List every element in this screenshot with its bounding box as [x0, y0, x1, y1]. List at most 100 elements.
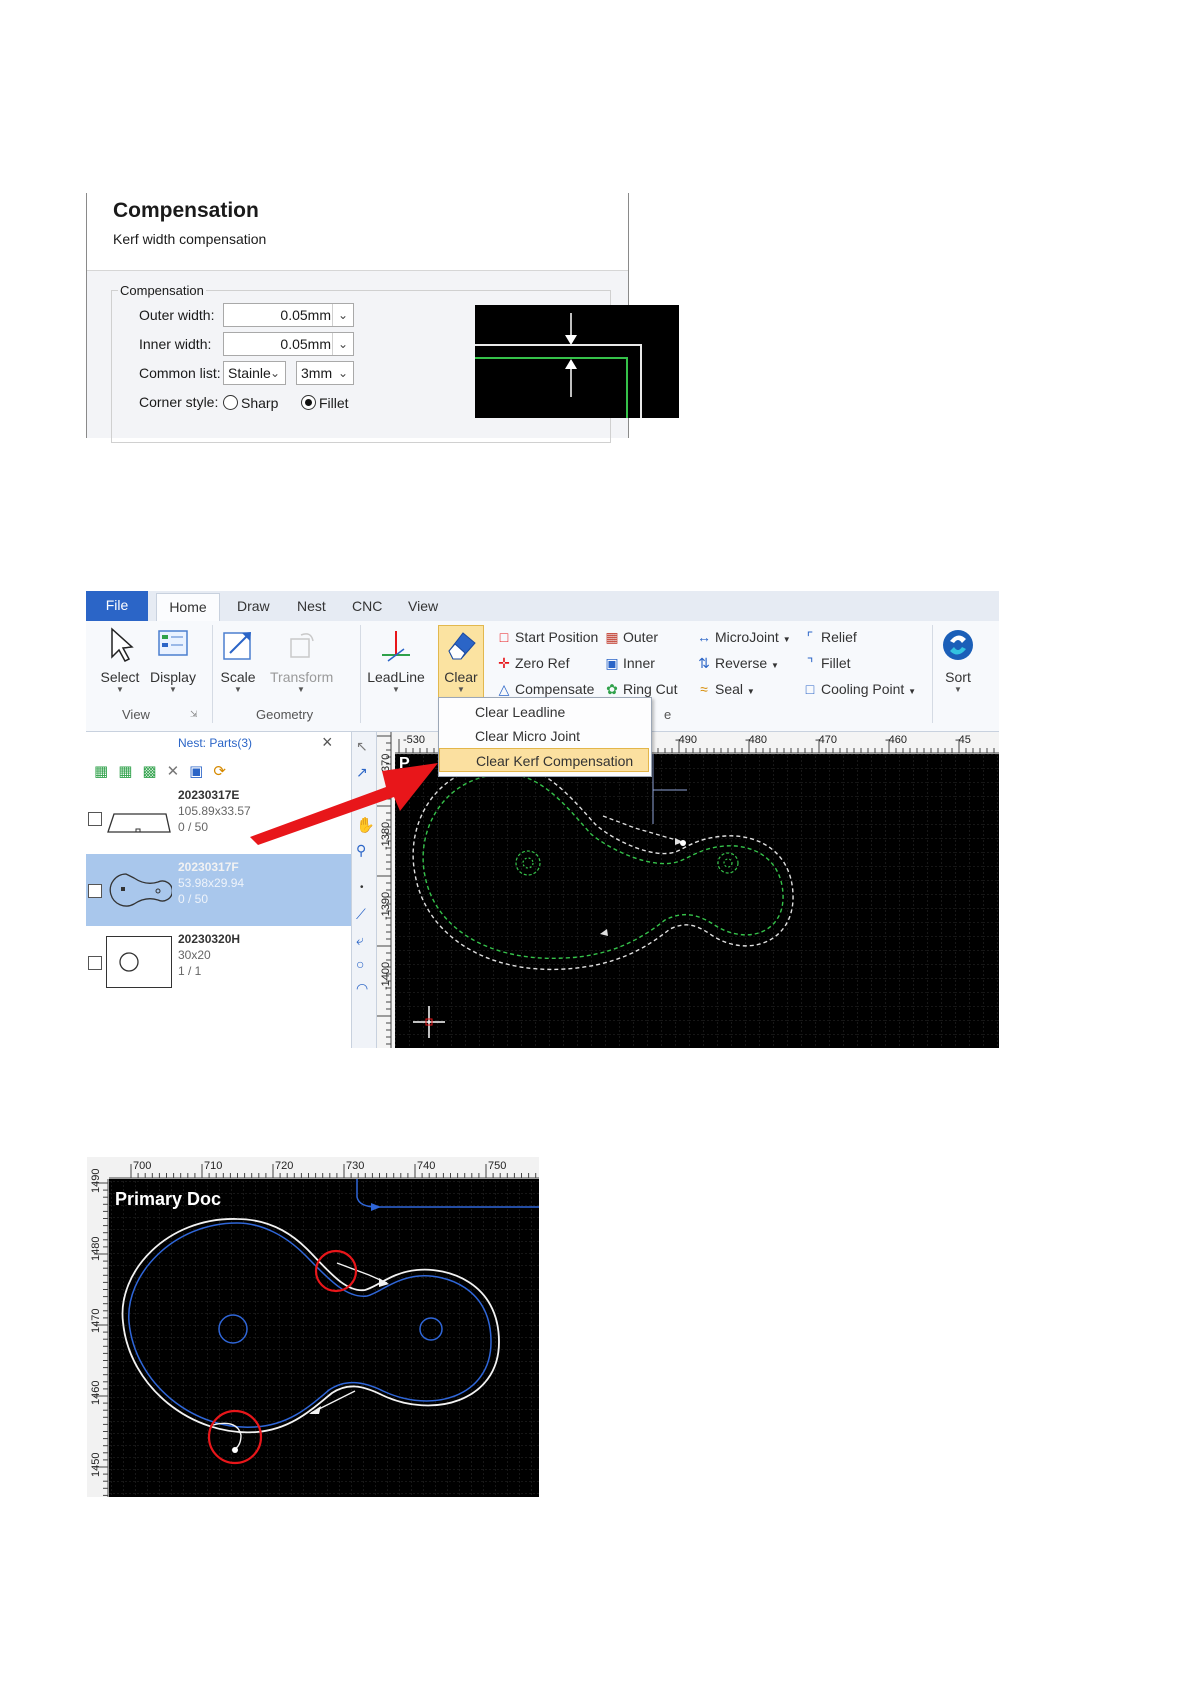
microjoint-icon: ↔ — [697, 629, 711, 645]
outer-width-value: 0.05mm — [280, 307, 331, 323]
menu-item-clear-micro-joint[interactable]: Clear Micro Joint — [439, 724, 649, 748]
inner-label: Inner — [623, 655, 655, 671]
start-position-icon: □ — [499, 629, 509, 645]
chevron-down-icon[interactable]: ▼ — [908, 687, 916, 696]
h-tick-label: -470 — [815, 734, 837, 746]
select-button[interactable]: Select ▼ — [98, 625, 142, 694]
tools-group-label: e — [664, 707, 672, 722]
add-all-icon[interactable]: ▦ — [118, 763, 142, 780]
transform-button[interactable]: Transform ▼ — [270, 625, 334, 694]
leadline-icon — [376, 625, 416, 665]
leadline-button[interactable]: LeadLine ▼ — [366, 625, 426, 694]
compensate-button[interactable]: △ Compensate — [496, 681, 595, 698]
corner-fillet-radio[interactable] — [301, 395, 316, 410]
seal-button[interactable]: ≈ Seal ▼ — [696, 681, 755, 697]
sort-button[interactable]: Sort ▼ — [938, 625, 978, 694]
fillet-button[interactable]: ⌝ Fillet — [802, 655, 851, 672]
outer-width-combo[interactable]: 0.05mm ⌄ — [223, 303, 354, 327]
ring-cut-button[interactable]: ✿ Ring Cut — [604, 681, 677, 698]
crosshair-icon: ✛ — [498, 655, 510, 671]
tab-file[interactable]: File — [86, 591, 148, 621]
corner-sharp-radio[interactable] — [223, 395, 238, 410]
menu-item-clear-leadline[interactable]: Clear Leadline — [439, 700, 649, 724]
seal-icon: ≈ — [700, 681, 708, 697]
part-checkbox[interactable] — [88, 812, 102, 826]
v-tick-label: 1470 — [90, 1309, 102, 1333]
sort-label: Sort — [945, 669, 971, 685]
microjoint-button[interactable]: ↔ MicroJoint ▼ — [696, 629, 791, 645]
chevron-down-icon[interactable]: ⌄ — [265, 362, 285, 384]
transform-icon — [281, 625, 321, 665]
fillet-label: Fillet — [821, 655, 851, 671]
chevron-down-icon[interactable]: ▼ — [771, 661, 779, 670]
part-name: 20230320H — [178, 932, 241, 946]
part-row[interactable]: 20230317F 53.98x29.94 0 / 50 — [86, 854, 351, 926]
h-tick-label: 730 — [346, 1160, 364, 1172]
inner-icon: ▣ — [605, 655, 619, 671]
thickness-value: 3mm — [301, 365, 333, 381]
tab-cnc[interactable]: CNC — [352, 598, 382, 614]
h-tick-label: 750 — [488, 1160, 506, 1172]
part-checkbox[interactable] — [88, 956, 102, 970]
clear-dropdown-menu: Clear Leadline Clear Micro Joint Clear K… — [438, 697, 652, 777]
chevron-down-icon[interactable]: ⌄ — [333, 362, 353, 384]
refresh-icon[interactable]: ⟳ — [213, 763, 236, 780]
seal-label: Seal — [715, 681, 744, 697]
part-name: 20230317E — [178, 788, 240, 802]
part-row[interactable]: 20230320H 30x20 1 / 1 — [86, 926, 351, 998]
dialog-header: Compensation Kerf width compensation — [87, 193, 628, 270]
transform-label: Transform — [270, 669, 334, 685]
h-tick-label: 720 — [275, 1160, 293, 1172]
v-tick-label: 1490 — [90, 1169, 102, 1193]
reverse-button[interactable]: ⇅ Reverse ▼ — [696, 655, 779, 672]
clear-button[interactable]: Clear ▼ — [438, 625, 484, 694]
inner-width-label: Inner width: — [139, 336, 212, 352]
circle-icon[interactable]: ○ — [356, 956, 364, 972]
v-tick-label: 1460 — [90, 1381, 102, 1405]
start-position-button[interactable]: □ Start Position — [496, 629, 599, 645]
material-combo[interactable]: Stainle ⌄ — [223, 361, 286, 385]
line-icon[interactable]: ⟋ — [356, 906, 366, 923]
display-label: Display — [150, 669, 196, 685]
cooling-point-label: Cooling Point — [821, 681, 905, 697]
scale-icon — [218, 625, 258, 665]
nest-icon[interactable]: ▣ — [189, 763, 213, 780]
cooling-point-button[interactable]: □ Cooling Point ▼ — [802, 681, 916, 697]
tab-draw[interactable]: Draw — [237, 598, 270, 614]
drawing-canvas[interactable]: P — [395, 754, 999, 1048]
delete-icon[interactable]: ✕ — [167, 763, 190, 780]
dialog-launcher-icon[interactable]: ⇲ — [190, 709, 198, 720]
inner-button[interactable]: ▣ Inner — [604, 655, 655, 672]
tab-home[interactable]: Home — [156, 593, 220, 622]
part-size: 53.98x29.94 — [178, 876, 245, 890]
chevron-down-icon[interactable]: ▼ — [783, 635, 791, 644]
chevron-down-icon[interactable]: ⌄ — [332, 333, 353, 355]
corner-sharp-label: Sharp — [241, 395, 279, 411]
h-tick-label: -490 — [675, 734, 697, 746]
thickness-combo[interactable]: 3mm ⌄ — [296, 361, 354, 385]
relief-button[interactable]: ⌜ Relief — [802, 629, 857, 646]
menu-item-clear-kerf-compensation[interactable]: Clear Kerf Compensation — [439, 748, 649, 772]
arc-icon[interactable]: ◠ — [356, 980, 368, 997]
polyline-icon[interactable]: ⤶ — [356, 932, 364, 949]
tab-nest[interactable]: Nest — [297, 598, 326, 614]
chevron-down-icon[interactable]: ▼ — [747, 687, 755, 696]
zero-ref-button[interactable]: ✛ Zero Ref — [496, 655, 569, 672]
primary-doc-canvas[interactable]: 700 710 720 730 740 750 1490 1480 1470 1… — [87, 1157, 539, 1497]
part-checkbox[interactable] — [88, 884, 102, 898]
point-icon[interactable]: • — [360, 882, 364, 893]
group-icon[interactable]: ▩ — [142, 763, 166, 780]
start-position-label: Start Position — [515, 629, 599, 645]
display-button[interactable]: Display ▼ — [148, 625, 198, 694]
add-part-icon[interactable]: ▦ — [94, 763, 118, 780]
v-tick-label: 1480 — [90, 1237, 102, 1261]
part-count: 1 / 1 — [178, 964, 202, 978]
chevron-down-icon[interactable]: ⌄ — [332, 304, 353, 326]
tab-view[interactable]: View — [408, 598, 438, 614]
inner-width-combo[interactable]: 0.05mm ⌄ — [223, 332, 354, 356]
scale-button[interactable]: Scale ▼ — [218, 625, 258, 694]
v-tick-label: -1400 — [380, 962, 392, 990]
reverse-label: Reverse — [715, 655, 768, 671]
compensation-group-label: Compensation — [120, 283, 204, 298]
outer-button[interactable]: ▦ Outer — [604, 629, 658, 646]
